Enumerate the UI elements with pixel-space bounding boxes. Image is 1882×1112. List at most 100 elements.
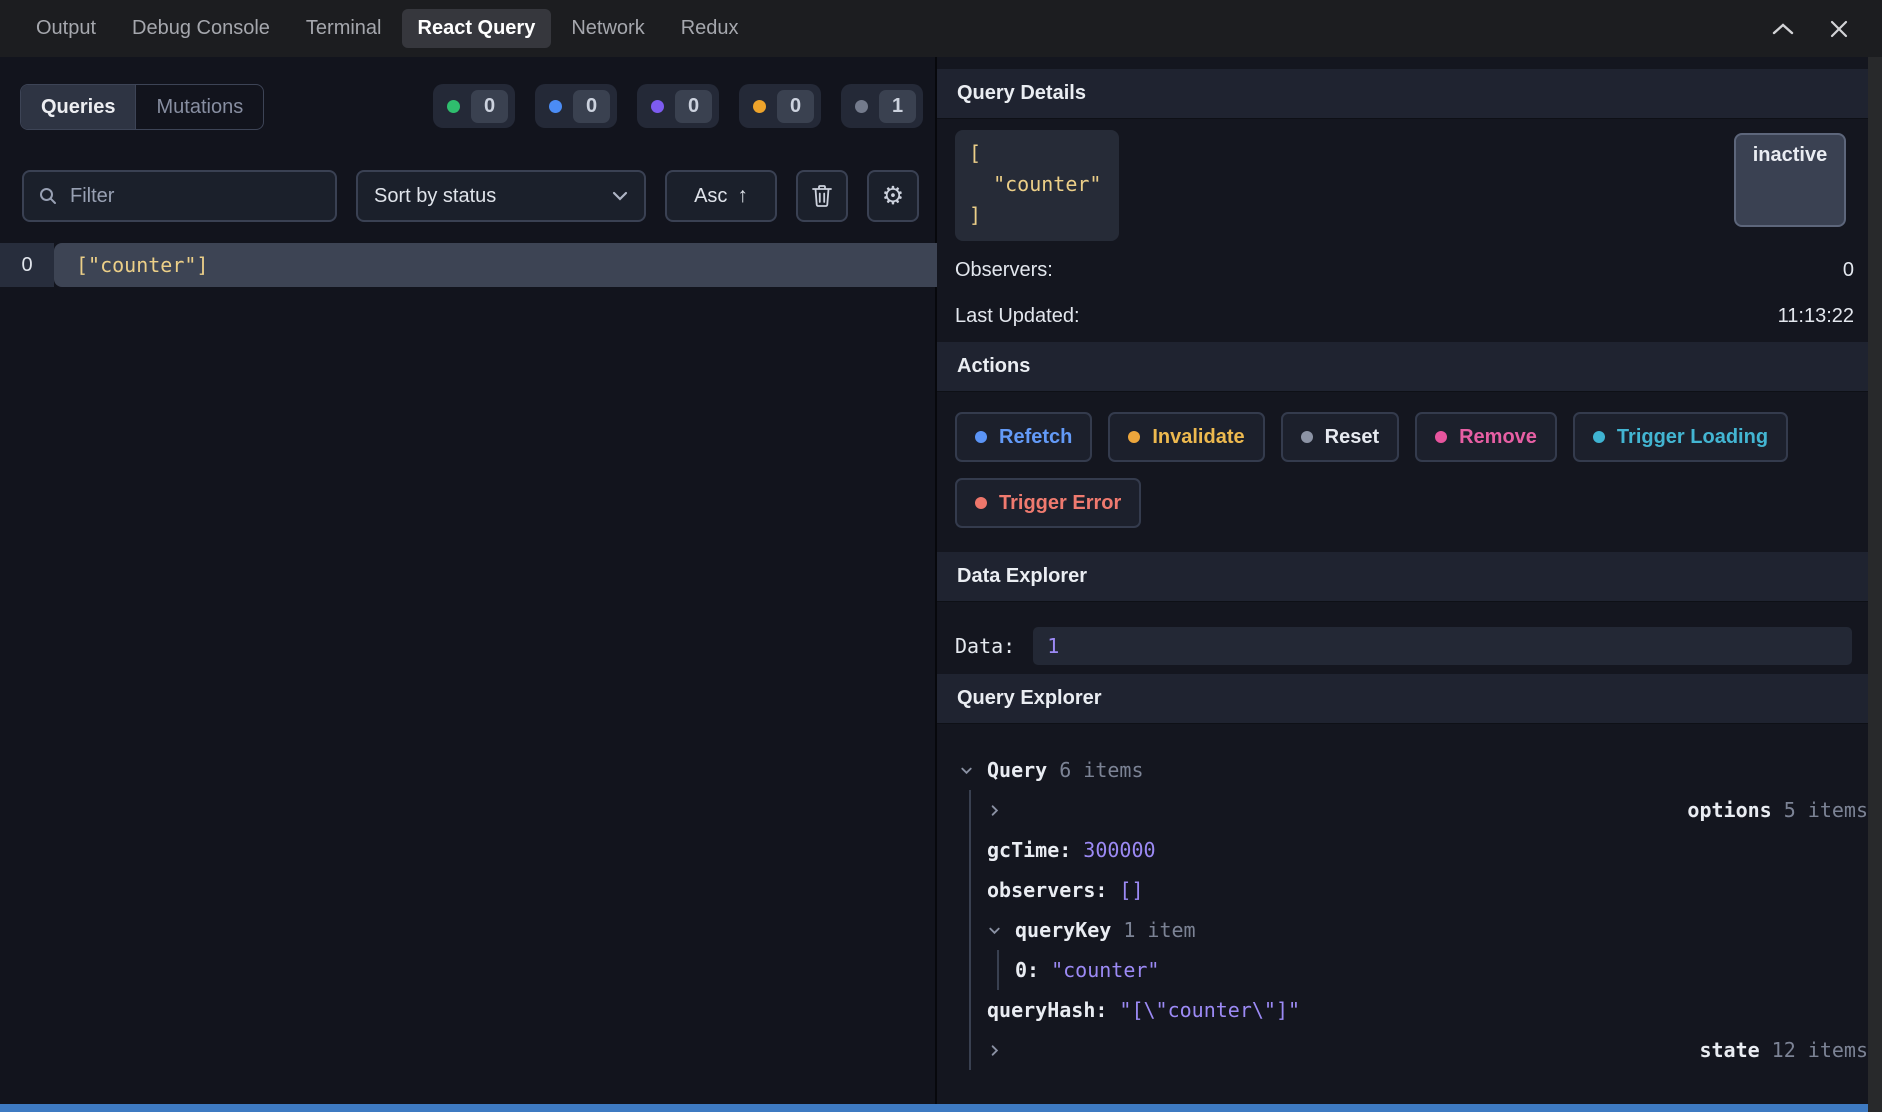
data-value-field[interactable]: 1 [1033, 627, 1852, 665]
query-explorer-header: Query Explorer [937, 674, 1868, 724]
remove-dot-icon [1435, 431, 1447, 443]
tree-row-querykey-0: 0: "counter" [1015, 950, 1868, 990]
tree-value: "counter" [1051, 958, 1159, 982]
reset-button[interactable]: Reset [1281, 412, 1399, 462]
status-badges: 0 0 0 0 1 [433, 84, 923, 128]
chevron-down-icon[interactable] [987, 923, 1015, 938]
toggle-queries[interactable]: Queries [21, 85, 135, 129]
arrow-up-icon: ↑ [737, 184, 748, 208]
fresh-dot-icon [447, 100, 460, 113]
reset-label: Reset [1325, 426, 1379, 449]
invalidate-button[interactable]: Invalidate [1108, 412, 1264, 462]
sort-select[interactable]: Sort by status [356, 170, 646, 222]
tab-network[interactable]: Network [555, 9, 660, 48]
status-badge-inactive: 1 [841, 84, 923, 128]
refetch-button[interactable]: Refetch [955, 412, 1092, 462]
status-badge-fresh: 0 [433, 84, 515, 128]
remove-button[interactable]: Remove [1415, 412, 1557, 462]
last-updated-row: Last Updated: 11:13:22 [955, 293, 1854, 339]
sort-order-button[interactable]: Asc ↑ [665, 170, 777, 222]
query-status-badge: inactive [1734, 133, 1846, 227]
chevron-down-icon [612, 191, 628, 201]
queries-list-panel: Queries Mutations 0 0 0 0 [0, 57, 937, 1112]
tree-key: state [1699, 1038, 1759, 1062]
tree-key: observers: [987, 878, 1107, 902]
toggle-mutations[interactable]: Mutations [135, 85, 263, 129]
tab-debug-console[interactable]: Debug Console [116, 9, 286, 48]
chevron-right-icon[interactable] [987, 790, 1687, 830]
invalidate-dot-icon [1128, 431, 1140, 443]
tree-row-query[interactable]: Query 6 items [959, 750, 1868, 790]
inactive-dot-icon [855, 100, 868, 113]
query-key-label: ["counter"] [54, 243, 937, 287]
trigger-error-label: Trigger Error [999, 492, 1121, 515]
status-badge-paused: 0 [637, 84, 719, 128]
tree-key: options [1687, 798, 1771, 822]
settings-button[interactable]: ⚙ [867, 170, 919, 222]
last-updated-value: 11:13:22 [1778, 305, 1854, 328]
filter-field[interactable] [22, 170, 337, 222]
query-key-display: [ "counter" ] [955, 130, 1119, 241]
search-icon [38, 186, 58, 206]
query-details-header: Query Details [937, 69, 1868, 119]
paused-dot-icon [651, 100, 664, 113]
tree-key: gcTime: [987, 838, 1071, 862]
tab-output[interactable]: Output [20, 9, 112, 48]
clear-cache-button[interactable] [796, 170, 848, 222]
panel-resize-bar[interactable] [0, 1104, 1868, 1112]
tab-react-query[interactable]: React Query [402, 9, 552, 48]
status-count: 0 [573, 90, 610, 123]
tree-row-querykey[interactable]: queryKey 1 item [987, 910, 1868, 950]
tree-row-state[interactable]: state 12 items [987, 1030, 1868, 1070]
panel-right-gutter [1868, 57, 1882, 1112]
tab-redux[interactable]: Redux [665, 9, 755, 48]
actions-header: Actions [937, 342, 1868, 392]
react-query-devtools-panel: Output Debug Console Terminal React Quer… [0, 0, 1882, 1112]
tree-count: 5 items [1784, 798, 1868, 822]
trigger-loading-label: Trigger Loading [1617, 426, 1768, 449]
trash-icon [811, 184, 833, 208]
trigger-loading-dot-icon [1593, 431, 1605, 443]
status-count: 0 [471, 90, 508, 123]
actions-buttons: Refetch Invalidate Reset Remove [937, 392, 1847, 552]
status-count: 1 [879, 90, 916, 123]
tree-count: 12 items [1772, 1038, 1868, 1062]
chevron-down-icon[interactable] [959, 763, 987, 778]
data-explorer-header: Data Explorer [937, 552, 1868, 602]
tree-value: [] [1119, 878, 1143, 902]
query-observer-count: 0 [0, 243, 54, 287]
tree-count: 6 items [1059, 758, 1143, 782]
trigger-loading-button[interactable]: Trigger Loading [1573, 412, 1788, 462]
close-icon[interactable] [1830, 20, 1848, 38]
reset-dot-icon [1301, 431, 1313, 443]
chevron-right-icon[interactable] [987, 1030, 1699, 1070]
refetch-dot-icon [975, 431, 987, 443]
tree-row-observers: observers: [] [987, 870, 1868, 910]
filter-input[interactable] [68, 184, 321, 209]
sort-select-value: Sort by status [374, 185, 496, 208]
last-updated-label: Last Updated: [955, 305, 1080, 328]
tab-terminal[interactable]: Terminal [290, 9, 398, 48]
observers-row: Observers: 0 [955, 247, 1854, 293]
tree-key: queryKey [1015, 918, 1111, 942]
tree-row-queryhash: queryHash: "[\"counter\"]" [987, 990, 1868, 1030]
panel-tab-bar: Output Debug Console Terminal React Quer… [0, 0, 1882, 57]
fetching-dot-icon [549, 100, 562, 113]
status-count: 0 [777, 90, 814, 123]
trigger-error-button[interactable]: Trigger Error [955, 478, 1141, 528]
stale-dot-icon [753, 100, 766, 113]
tree-value: 300000 [1083, 838, 1155, 862]
status-badge-stale: 0 [739, 84, 821, 128]
trigger-error-dot-icon [975, 497, 987, 509]
filter-toolbar: Sort by status Asc ↑ ⚙ [22, 170, 919, 222]
observers-label: Observers: [955, 259, 1053, 282]
query-list-item[interactable]: 0 ["counter"] [0, 243, 937, 287]
query-details-panel: Query Details [ "counter" ] inactive Obs… [937, 57, 1882, 1112]
data-label: Data: [955, 634, 1015, 658]
gear-icon: ⚙ [882, 184, 904, 209]
tree-row-options[interactable]: options 5 items [987, 790, 1868, 830]
sort-order-label: Asc [694, 185, 727, 208]
chevron-up-icon[interactable] [1772, 22, 1794, 36]
tree-key: Query [987, 758, 1047, 782]
observers-value: 0 [1843, 259, 1854, 282]
